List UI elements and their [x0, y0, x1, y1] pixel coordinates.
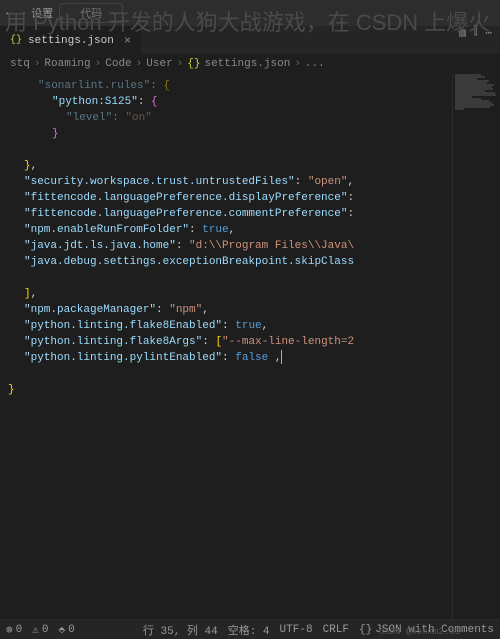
error-icon: ⊗ — [6, 623, 13, 637]
cursor-position[interactable]: 行 35, 列 44 — [143, 622, 218, 638]
article-overlay-title: 用 Python 开发的人狗大战游戏，在 CSDN 上爆火 — [5, 8, 490, 39]
minimap[interactable] — [452, 74, 500, 619]
indent-info[interactable]: 空格: 4 — [228, 622, 270, 638]
errors-count[interactable]: ⊗0 — [6, 623, 22, 637]
bc-seg[interactable]: ... — [305, 58, 325, 70]
radio-icon: ⬘ — [58, 623, 65, 637]
bc-seg[interactable]: stq — [10, 58, 30, 70]
ports-count[interactable]: ⬘0 — [58, 623, 74, 637]
bc-seg[interactable]: settings.json — [204, 58, 290, 70]
text-cursor — [281, 350, 282, 364]
bc-seg[interactable]: Roaming — [44, 58, 90, 70]
encoding-info[interactable]: UTF-8 — [280, 624, 313, 636]
breadcrumb[interactable]: stq› Roaming› Code› User› {} settings.js… — [0, 54, 500, 74]
json-file-icon: {} — [187, 58, 200, 70]
warnings-count[interactable]: ⚠0 — [32, 623, 48, 637]
bc-seg[interactable]: Code — [105, 58, 131, 70]
warning-icon: ⚠ — [32, 623, 39, 637]
json-icon: {} — [359, 624, 372, 636]
code-editor[interactable]: "sonarlint.rules": { "python:S125": { "l… — [0, 74, 452, 619]
bc-seg[interactable]: User — [146, 58, 172, 70]
csdn-watermark: CSDN @xxxmm2.05 — [379, 627, 460, 637]
eol-info[interactable]: CRLF — [323, 624, 349, 636]
